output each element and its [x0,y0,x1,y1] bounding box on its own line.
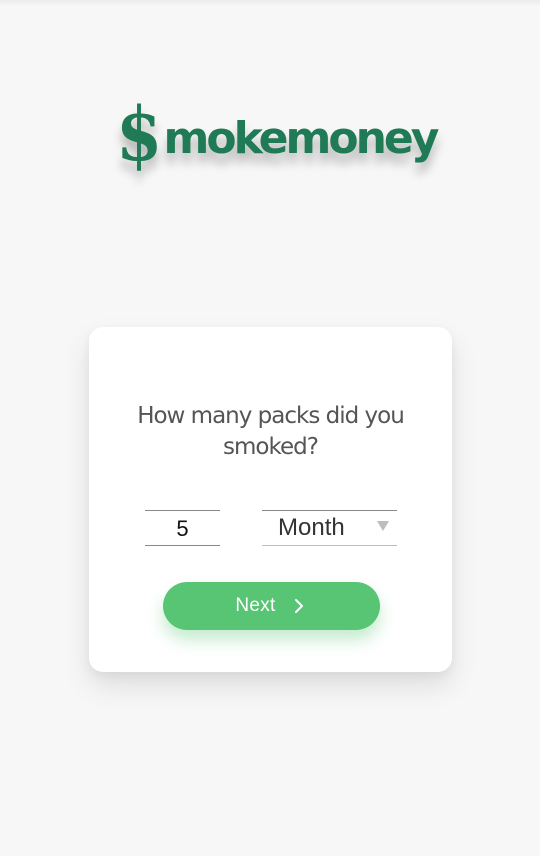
period-select[interactable]: Month [262,510,397,546]
dropdown-caret-icon [377,521,389,531]
packs-quantity-input[interactable]: 5 [145,510,220,546]
status-bar-shadow [0,0,540,6]
next-button-label: Next [235,595,276,616]
packs-question-card: How many packs did you smoked? 5 Month N… [89,327,452,672]
logo-dollar-symbol: $ [116,92,163,178]
period-select-value: Month [278,514,345,541]
app-logo: $ mokemoney [116,92,439,178]
packs-question-text: How many packs did you smoked? [137,403,405,460]
logo-wordmark: mokemoney [163,113,440,164]
chevron-right-icon [290,597,308,615]
next-button[interactable]: Next [163,582,380,630]
